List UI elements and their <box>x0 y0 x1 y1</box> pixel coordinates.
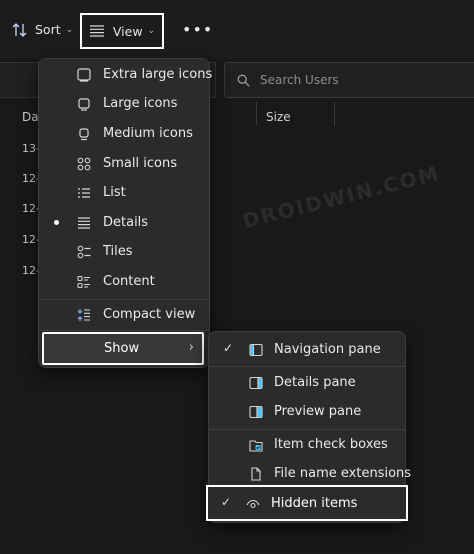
menu-item-hidden-items[interactable]: ✓ Hidden items <box>206 485 408 521</box>
compact-view-icon <box>77 308 91 322</box>
menu-item-label: Extra large icons <box>103 67 213 82</box>
preview-pane-icon <box>249 405 263 419</box>
navigation-pane-icon <box>249 343 263 357</box>
large-icons-icon <box>77 97 91 111</box>
menu-item-list[interactable]: List <box>43 179 205 207</box>
menu-item-content[interactable]: Content <box>43 268 205 296</box>
command-bar: Sort ⌄ View ⌄ ••• <box>0 0 474 58</box>
chevron-down-icon: ⌄ <box>147 26 156 36</box>
content-icon <box>77 275 91 289</box>
menu-item-label: Preview pane <box>274 404 362 419</box>
menu-separator <box>209 366 405 367</box>
menu-item-label: Navigation pane <box>274 342 381 357</box>
view-icon <box>89 25 105 37</box>
menu-item-label: List <box>103 185 126 200</box>
size-column-header[interactable]: Size <box>266 110 291 124</box>
menu-item-label: Content <box>103 274 155 289</box>
menu-item-label: Item check boxes <box>274 437 388 452</box>
date-column-header[interactable]: Da <box>22 110 39 124</box>
menu-separator <box>39 330 209 331</box>
menu-item-label: Compact view <box>103 307 196 322</box>
tiles-icon <box>77 245 91 259</box>
menu-item-item-check-boxes[interactable]: Item check boxes <box>213 431 401 459</box>
show-submenu: ✓ Navigation pane Details pane Preview p… <box>206 331 411 523</box>
details-pane-icon <box>249 376 263 390</box>
sort-label: Sort <box>35 22 61 37</box>
medium-icons-icon <box>77 127 91 141</box>
menu-item-label: Details <box>103 215 149 230</box>
menu-item-label: File name extensions <box>274 466 412 481</box>
menu-item-tiles[interactable]: Tiles <box>43 238 205 266</box>
menu-item-label: Small icons <box>103 156 177 171</box>
menu-item-medium-icons[interactable]: Medium icons <box>43 120 205 148</box>
checkmark-icon: ✓ <box>223 341 234 355</box>
hidden-items-icon <box>246 497 260 511</box>
view-label: View <box>112 23 143 39</box>
menu-item-navigation-pane[interactable]: ✓ Navigation pane <box>213 336 401 364</box>
column-separator[interactable] <box>256 102 257 126</box>
sort-icon <box>12 22 28 37</box>
menu-item-show[interactable]: Show › <box>42 332 204 365</box>
search-input[interactable] <box>258 72 442 88</box>
details-icon <box>77 216 91 230</box>
menu-item-label: Show <box>104 341 140 356</box>
column-separator[interactable] <box>334 102 335 126</box>
chevron-down-icon: ⌄ <box>65 24 74 35</box>
menu-item-preview-pane[interactable]: Preview pane <box>213 398 401 426</box>
small-icons-icon <box>77 157 91 171</box>
menu-item-details[interactable]: Details <box>43 209 205 237</box>
menu-item-label: Tiles <box>103 244 133 259</box>
menu-item-label: Large icons <box>103 96 178 111</box>
menu-item-label: Details pane <box>274 375 356 390</box>
menu-item-extra-large-icons[interactable]: Extra large icons <box>43 61 212 89</box>
chevron-right-icon: › <box>188 340 194 355</box>
menu-item-file-name-extensions[interactable]: File name extensions <box>213 460 411 488</box>
more-icon: ••• <box>182 20 214 39</box>
file-name-extensions-icon <box>249 467 263 481</box>
item-check-boxes-icon <box>249 438 263 452</box>
menu-separator <box>39 299 209 300</box>
menu-separator <box>209 429 405 430</box>
checkmark-icon: ✓ <box>221 495 232 509</box>
menu-item-compact-view[interactable]: Compact view <box>43 301 205 329</box>
menu-item-details-pane[interactable]: Details pane <box>213 369 401 397</box>
watermark: DROIDWIN.COM <box>240 160 443 234</box>
menu-item-label: Medium icons <box>103 126 193 141</box>
search-icon <box>237 74 250 87</box>
selected-bullet-icon <box>54 220 59 225</box>
more-options-button[interactable]: ••• <box>182 20 213 39</box>
menu-item-label: Hidden items <box>271 496 358 511</box>
menu-item-small-icons[interactable]: Small icons <box>43 150 205 178</box>
search-box[interactable] <box>224 62 474 98</box>
extra-large-icons-icon <box>77 68 91 82</box>
list-icon <box>77 186 91 200</box>
sort-button[interactable]: Sort ⌄ <box>12 22 73 37</box>
view-menu: Extra large icons Large icons Medium ico… <box>38 58 212 368</box>
view-button[interactable]: View ⌄ <box>80 13 164 49</box>
menu-item-large-icons[interactable]: Large icons <box>43 90 205 118</box>
